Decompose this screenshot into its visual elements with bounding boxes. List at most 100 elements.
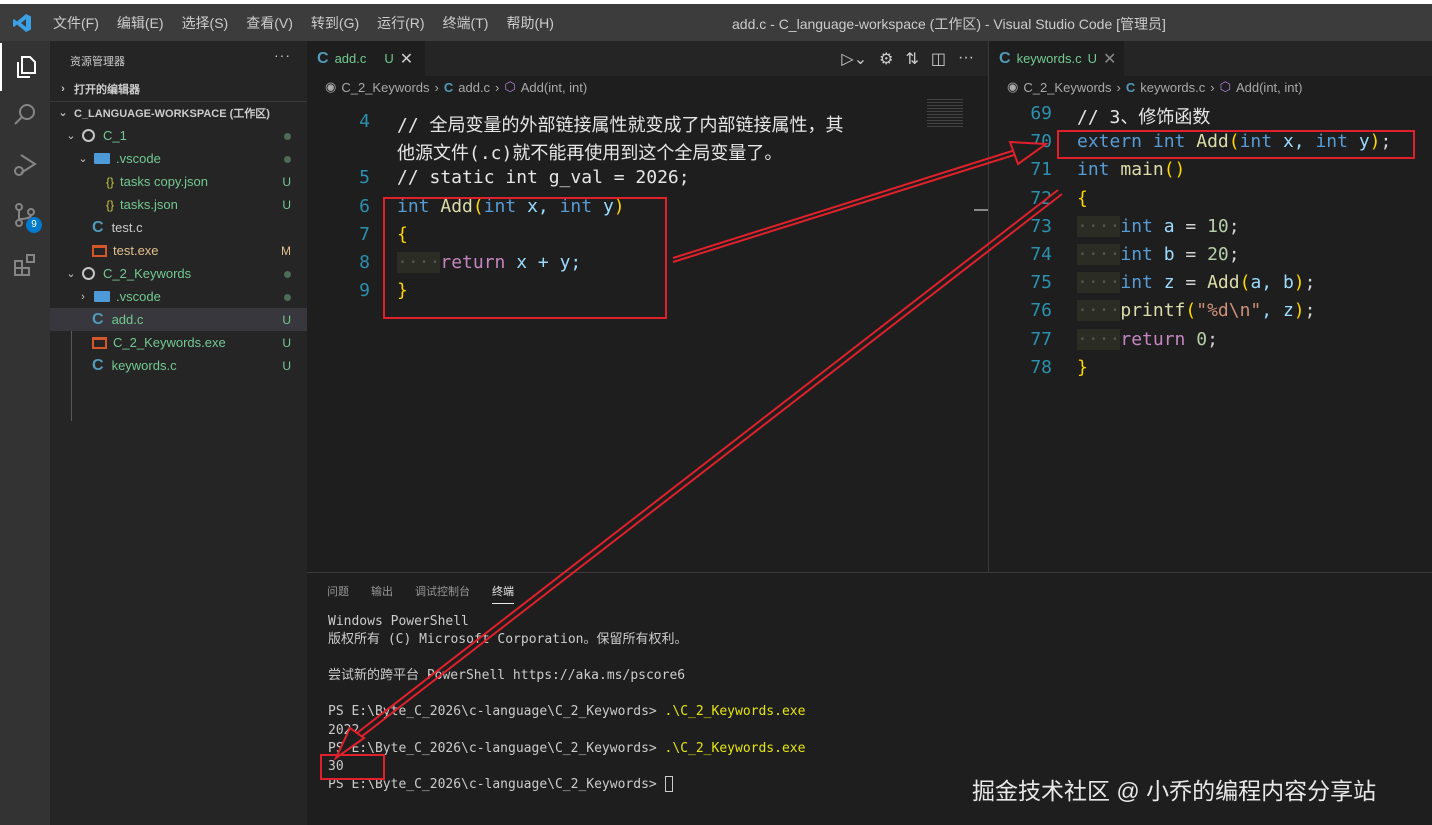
git-status: U — [282, 358, 291, 373]
breadcrumb-item[interactable]: keywords.c — [1140, 80, 1205, 95]
run-debug-icon[interactable] — [0, 141, 50, 189]
breadcrumb-item[interactable]: C_2_Keywords — [1023, 80, 1111, 95]
c-file-icon: C — [999, 49, 1011, 67]
tree-item[interactable]: Cadd.c U — [50, 308, 307, 331]
c-file-icon: C — [92, 356, 104, 374]
code-line[interactable]: ····int b = 20; — [1077, 244, 1240, 265]
scrollbar[interactable] — [974, 209, 988, 211]
open-editors-section[interactable]: › 打开的编辑器 — [50, 78, 307, 100]
menu-item[interactable]: 编辑(E) — [108, 13, 173, 33]
run-debug-dropdown-icon[interactable]: ▷⌄ — [841, 49, 867, 69]
terminal[interactable]: Windows PowerShell 版权所有 (C) Microsoft Cor… — [328, 613, 805, 794]
tree-item[interactable]: C_2_Keywords.exe U — [50, 331, 307, 354]
terminal-text: PS E:\Byte_C_2026\c-language\C_2_Keyword… — [328, 704, 665, 720]
tab-status: U — [384, 51, 394, 66]
tree-item[interactable]: ⌄ C_1 — [50, 124, 307, 147]
tree-item-label: tasks copy.json — [120, 174, 208, 189]
editor-group-right: C keywords.c U ✕ ◉ C_2_Keywords › Ckeyword… — [988, 41, 1432, 572]
more-actions-icon[interactable]: ··· — [958, 49, 974, 69]
code-line[interactable]: { — [1077, 188, 1088, 209]
extensions-icon[interactable] — [0, 241, 50, 289]
tab-status: U — [1087, 51, 1097, 66]
tree-item[interactable]: ⌄ .vscode — [50, 147, 307, 170]
annotation-box-add-function — [383, 197, 667, 319]
tab-bar: C add.c U ✕ ▷⌄ ⚙ ⇅ ◫ ··· — [307, 41, 988, 76]
breadcrumb-item[interactable]: Add(int, int) — [521, 80, 587, 95]
code-token: z — [1152, 272, 1175, 294]
terminal-line: 30 — [328, 758, 805, 776]
code-token: a — [1152, 215, 1175, 237]
menu-item[interactable]: 终端(T) — [434, 13, 498, 33]
code-token: ···· — [1077, 244, 1121, 265]
split-editor-icon[interactable]: ◫ — [931, 49, 946, 69]
c-file-icon: C — [443, 79, 454, 95]
git-status: U — [282, 312, 291, 327]
tree-item[interactable]: › .vscode — [50, 285, 307, 308]
tree-item[interactable]: {} tasks copy.json U — [50, 170, 307, 193]
terminal-line: Windows PowerShell — [328, 613, 805, 631]
breadcrumb-item[interactable]: C_2_Keywords — [341, 80, 429, 95]
breadcrumb: ◉ C_2_Keywords › Cadd.c › ⬡ Add(int, int) — [325, 79, 588, 95]
code-line[interactable]: 他源文件(.c)就不能再使用到这个全局变量了。 — [397, 139, 782, 165]
minimap[interactable] — [927, 99, 963, 129]
menu-item[interactable]: 帮助(H) — [497, 13, 562, 33]
annotation-box-output — [320, 754, 385, 780]
tree-item[interactable]: ⌄ C_2_Keywords — [50, 262, 307, 285]
code-line[interactable]: } — [1077, 357, 1088, 378]
code-line[interactable]: ····return 0; — [1077, 328, 1218, 350]
menu-item[interactable]: 选择(S) — [173, 13, 238, 33]
close-icon[interactable]: ✕ — [400, 49, 413, 69]
tab-label: keywords.c — [1016, 51, 1082, 66]
panel-tab[interactable]: 调试控制台 — [415, 583, 470, 604]
source-control-icon[interactable]: 9 — [0, 191, 50, 239]
terminal-text: Windows PowerShell — [328, 614, 469, 629]
line-number: 78 — [1030, 356, 1052, 378]
tree-item[interactable]: test.exe M — [50, 239, 307, 262]
workspace-section[interactable]: ⌄ C_LANGUAGE-WORKSPACE (工作区) — [50, 101, 307, 123]
tree-item-label: .vscode — [116, 289, 161, 304]
gear-icon[interactable]: ⚙ — [879, 49, 893, 69]
panel-tab[interactable]: 终端 — [492, 583, 514, 604]
panel-tab[interactable]: 问题 — [327, 583, 349, 604]
code-line[interactable]: int main() — [1077, 159, 1185, 180]
code-token: } — [1077, 356, 1088, 378]
code-line[interactable]: ····printf("%d\n", z); — [1077, 300, 1315, 322]
close-icon[interactable]: ✕ — [1103, 49, 1116, 69]
line-number: 77 — [1030, 328, 1052, 350]
menu-item[interactable]: 文件(F) — [44, 13, 108, 33]
tree-item[interactable]: Ckeywords.c U — [50, 354, 307, 377]
line-number: 7 — [359, 223, 370, 245]
function-cube-icon: ⬡ — [504, 79, 516, 94]
explorer-icon[interactable] — [0, 43, 50, 91]
code-line[interactable]: ····int a = 10; — [1077, 215, 1240, 237]
code-token: // static int g_val = 2026; — [397, 167, 690, 189]
tab-add-c[interactable]: C add.c U ✕ — [307, 41, 425, 76]
scm-badge: 9 — [26, 217, 42, 233]
code-line[interactable]: ····int z = Add(a, b); — [1077, 272, 1316, 294]
title-bar: 文件(F) 编辑(E) 选择(S) 查看(V) 转到(G) 运行(R) 终端(T) 帮助(H)… — [0, 4, 1432, 41]
compare-changes-icon[interactable]: ⇅ — [905, 49, 918, 69]
menu-item[interactable]: 查看(V) — [237, 13, 302, 33]
code-token: Add — [1207, 272, 1240, 294]
breadcrumb-item[interactable]: Add(int, int) — [1236, 80, 1302, 95]
code-token: "%d\n" — [1196, 300, 1262, 322]
search-icon[interactable] — [0, 91, 50, 139]
tab-keywords-c[interactable]: C keywords.c U ✕ — [989, 41, 1124, 76]
breadcrumb-item[interactable]: add.c — [458, 80, 490, 95]
more-actions-icon[interactable]: ··· — [274, 47, 291, 63]
panel-tab[interactable]: 输出 — [371, 583, 393, 604]
code-token: ; — [1304, 272, 1316, 294]
menu-item[interactable]: 转到(G) — [302, 13, 368, 33]
tree-item[interactable]: {} tasks.json U — [50, 193, 307, 216]
function-cube-icon: ⬡ — [1219, 79, 1231, 94]
workspace-label: C_LANGUAGE-WORKSPACE (工作区) — [74, 107, 270, 120]
code-line[interactable]: // static int g_val = 2026; — [397, 167, 690, 188]
code-line[interactable]: // 3、修饰函数 — [1077, 103, 1210, 129]
code-token: ; — [1207, 328, 1218, 350]
code-line[interactable]: // 全局变量的外部链接属性就变成了内部链接属性，其 — [397, 111, 844, 137]
tree-item[interactable]: Ctest.c — [50, 216, 307, 239]
code-token: ( — [1185, 300, 1197, 322]
menu-item[interactable]: 运行(R) — [368, 13, 433, 33]
